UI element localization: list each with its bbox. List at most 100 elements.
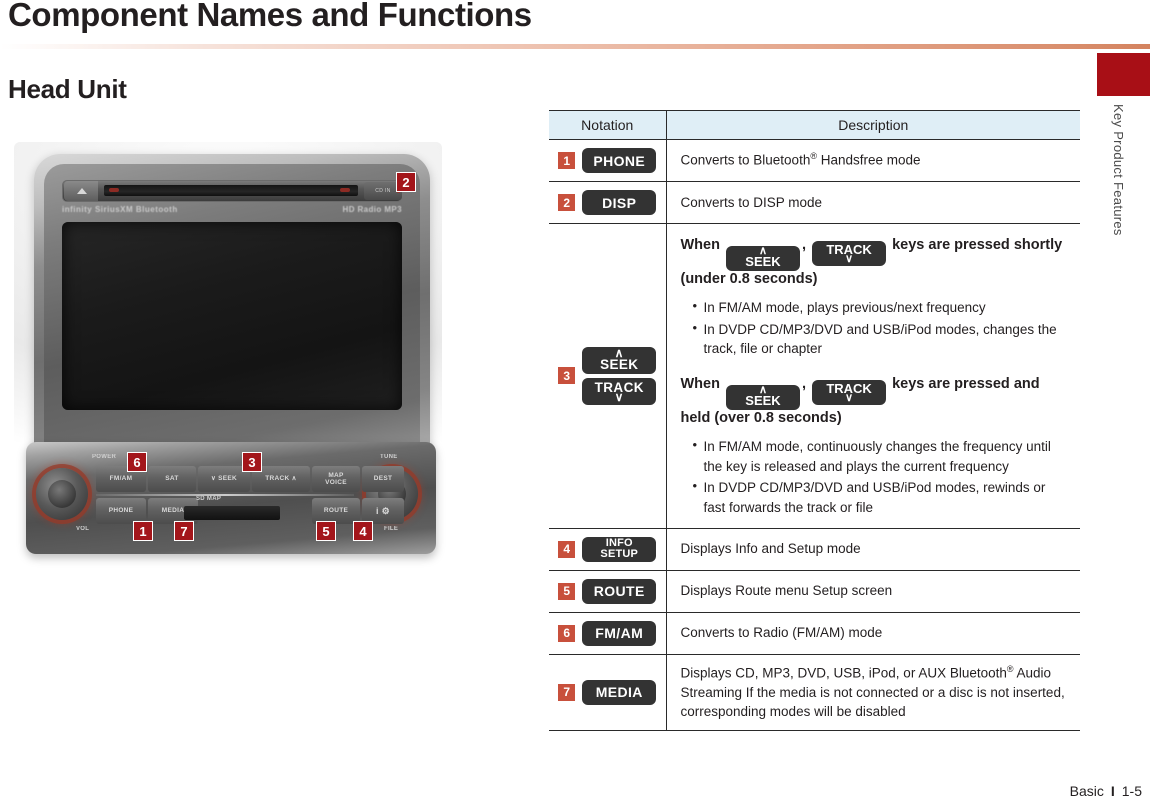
- notation-cell-1: 1 PHONE: [549, 139, 667, 182]
- notation-group-5: 5 ROUTE: [553, 578, 662, 604]
- callout-badge-1: 1: [133, 521, 153, 541]
- panel-button-sat: SAT: [148, 466, 196, 492]
- bullet-list-short-press: In FM/AM mode, plays previous/next frequ…: [681, 297, 1071, 359]
- side-tab-label: Key Product Features: [1111, 104, 1126, 236]
- footer-page-number: 1-5: [1121, 783, 1142, 799]
- notation-group-7: 7 MEDIA: [553, 679, 662, 705]
- power-volume-knob-inner: [48, 480, 76, 508]
- description-cell-5: Displays Route menu Setup screen: [666, 569, 1080, 613]
- column-header-description: Description: [666, 110, 1080, 140]
- inline-key-pill-seek-1: SEEK: [726, 245, 800, 271]
- description-cell-1: Converts to Bluetooth® Handsfree mode: [666, 139, 1080, 182]
- table-header-row: Notation Description: [549, 110, 1080, 140]
- table-header: Notation Description: [549, 110, 1080, 140]
- notation-cell-2: 2 DISP: [549, 181, 667, 224]
- notation-group-2: 2 DISP: [553, 190, 662, 215]
- number-badge-2: 2: [558, 194, 576, 211]
- description-cell-4: Displays Info and Setup mode: [666, 527, 1080, 571]
- table-row: 3 SEEK TRACK: [549, 223, 1080, 529]
- brand-right-label: HD Radio MP3: [342, 205, 402, 214]
- panel-button-map-voice: MAP VOICE: [312, 466, 360, 492]
- chevron-down-icon: [615, 394, 624, 402]
- head-unit-illustration: CD IN infinity SiriusXM Bluetooth HD Rad…: [14, 142, 442, 562]
- key-pill-fm-am: FM/AM: [582, 620, 657, 646]
- number-badge-5: 5: [558, 582, 576, 600]
- sd-card-slot: [184, 506, 280, 520]
- eject-icon: [64, 181, 98, 201]
- desc-heading-short-press-duration: (under 0.8 seconds): [680, 270, 818, 287]
- callout-badge-5: 5: [316, 521, 336, 541]
- desc-heading-long-press: When SEEK , TRACK keys are pressed and h…: [681, 371, 1071, 431]
- panel-divider: [96, 494, 354, 496]
- slot-led-left-icon: [109, 188, 119, 192]
- key-pill-stack-seek-track: SEEK TRACK: [582, 346, 657, 405]
- panel-button-dest: DEST: [362, 466, 404, 492]
- section-title: Head Unit: [8, 74, 127, 104]
- desc-heading-long-press-tail: keys are pressed and: [892, 376, 1040, 392]
- description-text-1-prefix: Converts to Bluetooth: [680, 152, 811, 168]
- inline-key-pill-seek-2-label: SEEK: [745, 393, 781, 408]
- head-unit-display-screen: [62, 222, 402, 410]
- notation-group-6: 6 FM/AM: [553, 620, 662, 646]
- number-badge-6: 6: [558, 624, 576, 642]
- description-cell-3: When SEEK , TRACK keys are pressed short…: [666, 223, 1080, 529]
- callout-badge-3: 3: [242, 452, 262, 472]
- table-body: 1 PHONE Converts to Bluetooth® Handsfree…: [549, 139, 1080, 731]
- component-function-table: Notation Description 1 PHONE Converts to…: [549, 110, 1080, 731]
- power-volume-knob: [36, 468, 88, 520]
- key-pill-track: TRACK: [582, 377, 657, 405]
- bullet-list-long-press: In FM/AM mode, continuously changes the …: [681, 436, 1071, 517]
- list-item: In FM/AM mode, continuously changes the …: [693, 436, 1071, 476]
- sd-map-label: SD MAP: [196, 496, 222, 502]
- page-footer: Basic I 1-5: [1070, 783, 1142, 799]
- callout-badge-6: 6: [127, 452, 147, 472]
- power-vol-knob-label: POWER: [92, 454, 117, 460]
- list-item: In DVDP CD/MP3/DVD and USB/iPod modes, r…: [693, 477, 1071, 517]
- brand-left-label: infinity SiriusXM Bluetooth: [62, 205, 178, 214]
- inline-key-pill-track-1: TRACK: [812, 240, 887, 266]
- registered-mark-icon-1: ®: [810, 151, 817, 162]
- desc-heading-short-press-comma: ,: [802, 237, 807, 253]
- description-cell-2: Converts to DISP mode: [666, 181, 1080, 224]
- key-pill-disp: DISP: [582, 190, 657, 215]
- desc-heading-short-press: When SEEK , TRACK keys are pressed short…: [681, 232, 1071, 292]
- notation-cell-4: 4 INFO SETUP: [549, 527, 667, 571]
- list-item: In FM/AM mode, plays previous/next frequ…: [693, 297, 1071, 318]
- key-pill-setup-label: SETUP: [600, 548, 639, 561]
- slot-led-right-icon: [340, 188, 350, 192]
- head-unit-photo: CD IN infinity SiriusXM Bluetooth HD Rad…: [14, 142, 442, 562]
- key-pill-seek-label: SEEK: [600, 356, 639, 372]
- desc-heading-long-press-when: When: [680, 376, 720, 392]
- key-pill-phone: PHONE: [582, 148, 657, 173]
- desc-heading-short-press-tail: keys are pressed shortly: [892, 237, 1063, 253]
- desc-heading-short-press-when: When: [680, 237, 720, 253]
- footer-section-label: Basic: [1069, 783, 1104, 799]
- brand-row: infinity SiriusXM Bluetooth HD Radio MP3: [62, 205, 402, 217]
- chevron-down-icon: [845, 256, 853, 263]
- desc-heading-long-press-duration: held (over 0.8 seconds): [680, 409, 842, 426]
- tune-knob-label: TUNE: [380, 454, 398, 460]
- list-item: In DVDP CD/MP3/DVD and USB/iPod modes, c…: [693, 319, 1071, 359]
- chevron-down-icon: [845, 395, 853, 402]
- disc-slot: [104, 185, 358, 196]
- notation-group-4: 4 INFO SETUP: [553, 536, 662, 562]
- table-row: 4 INFO SETUP Displays Info and Setup mod…: [549, 527, 1080, 571]
- key-pill-info-setup: INFO SETUP: [582, 536, 657, 562]
- side-tab-marker: [1097, 53, 1150, 96]
- callout-badge-4: 4: [353, 521, 373, 541]
- file-knob-label: FILE: [384, 526, 399, 532]
- table-row: 6 FM/AM Converts to Radio (FM/AM) mode: [549, 611, 1080, 655]
- notation-cell-6: 6 FM/AM: [549, 611, 667, 655]
- table-row: 2 DISP Converts to DISP mode: [549, 181, 1080, 224]
- footer-separator: I: [1110, 783, 1115, 799]
- notation-cell-7: 7 MEDIA: [549, 653, 667, 731]
- key-pill-media: MEDIA: [582, 679, 657, 705]
- header-gradient-rule: [0, 44, 1150, 49]
- description-cell-7: Displays CD, MP3, DVD, USB, iPod, or AUX…: [666, 653, 1080, 731]
- description-cell-6: Converts to Radio (FM/AM) mode: [666, 611, 1080, 655]
- key-pill-route: ROUTE: [582, 578, 657, 604]
- manual-page: Component Names and Functions Key Produc…: [0, 0, 1150, 807]
- number-badge-1: 1: [558, 152, 576, 169]
- number-badge-4: 4: [558, 540, 576, 558]
- table-row: 7 MEDIA Displays CD, MP3, DVD, USB, iPod…: [549, 653, 1080, 731]
